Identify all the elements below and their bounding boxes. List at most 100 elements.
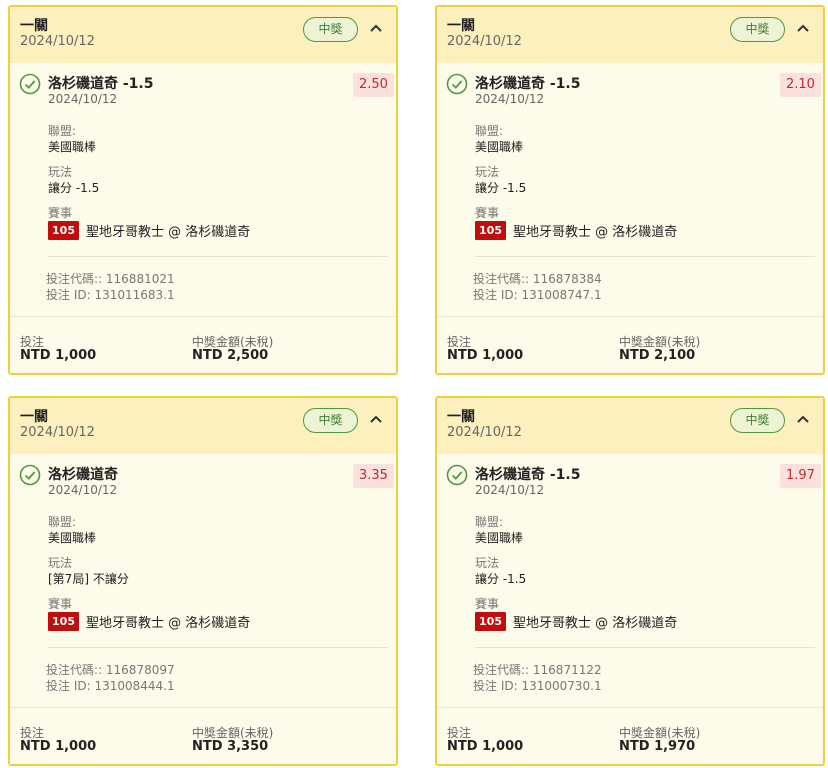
bet-date: 2024/10/12 (447, 34, 522, 49)
bet-type-value: [第7局] 不讓分 (48, 572, 129, 586)
event-row: 105 聖地牙哥教士 @ 洛杉磯道奇 (48, 221, 250, 240)
collapse-button[interactable] (792, 408, 814, 430)
check-circle-icon (19, 464, 41, 486)
bet-date: 2024/10/12 (447, 425, 522, 440)
selection-date: 2024/10/12 (475, 92, 545, 106)
event-name: 聖地牙哥教士 @ 洛杉磯道奇 (513, 616, 678, 631)
event-label: 賽事 (475, 206, 500, 220)
event-row: 105 聖地牙哥教士 @ 洛杉磯道奇 (48, 612, 250, 631)
stake-value: NTD 1,000 (20, 739, 97, 754)
stake-value: NTD 1,000 (447, 348, 524, 363)
bet-card-footer: 投注 NTD 1,000 中獎金額(未稅) NTD 2,500 (10, 316, 396, 373)
bet-code: 投注代碼:: 116878097 (46, 663, 175, 677)
divider (48, 647, 388, 648)
payout-value: NTD 2,100 (619, 348, 696, 363)
bet-type-label: 玩法 (475, 165, 500, 179)
event-label: 賽事 (475, 597, 500, 611)
selection-name: 洛杉磯道奇 -1.5 (475, 467, 581, 483)
check-circle-icon (446, 73, 468, 95)
selection-date: 2024/10/12 (475, 483, 545, 497)
league-value: 美國職棒 (475, 140, 524, 154)
chevron-up-icon (370, 24, 382, 32)
event-id-badge: 105 (475, 221, 506, 240)
chevron-up-icon (797, 24, 809, 32)
stake-value: NTD 1,000 (20, 348, 97, 363)
bet-id: 投注 ID: 131011683.1 (46, 288, 175, 302)
bet-card: 一關 2024/10/12 中獎 洛杉磯道奇 -1.5 2024/10/12 1… (435, 396, 825, 766)
status-badge: 中獎 (730, 17, 785, 42)
bet-card: 一關 2024/10/12 中獎 洛杉磯道奇 2024/10/12 3.35 聯… (8, 396, 398, 766)
bet-id: 投注 ID: 131008747.1 (473, 288, 602, 302)
event-row: 105 聖地牙哥教士 @ 洛杉磯道奇 (475, 221, 677, 240)
league-label: 聯盟: (48, 515, 77, 529)
check-circle-icon (19, 73, 41, 95)
bet-type-value: 讓分 -1.5 (475, 181, 527, 195)
status-badge: 中獎 (730, 408, 785, 433)
league-value: 美國職棒 (48, 140, 97, 154)
event-id-badge: 105 (48, 612, 79, 631)
chevron-up-icon (797, 415, 809, 423)
divider (475, 647, 815, 648)
bet-card-header: 一關 2024/10/12 中獎 (10, 398, 396, 454)
event-row: 105 聖地牙哥教士 @ 洛杉磯道奇 (475, 612, 677, 631)
bet-card-header: 一關 2024/10/12 中獎 (437, 398, 823, 454)
event-label: 賽事 (48, 206, 73, 220)
event-name: 聖地牙哥教士 @ 洛杉磯道奇 (86, 616, 251, 631)
payout-value: NTD 3,350 (192, 739, 269, 754)
event-label: 賽事 (48, 597, 73, 611)
check-circle-icon (446, 464, 468, 486)
bet-card-header: 一關 2024/10/12 中獎 (10, 7, 396, 63)
collapse-button[interactable] (792, 17, 814, 39)
divider (475, 256, 815, 257)
bet-id: 投注 ID: 131008444.1 (46, 679, 175, 693)
league-label: 聯盟: (48, 124, 77, 138)
selection-name: 洛杉磯道奇 (48, 467, 118, 483)
bet-type-title: 一關 (447, 18, 475, 34)
status-badge: 中獎 (303, 17, 358, 42)
bet-card: 一關 2024/10/12 中獎 洛杉磯道奇 -1.5 2024/10/12 2… (435, 5, 825, 375)
selection-name: 洛杉磯道奇 -1.5 (48, 76, 154, 92)
payout-value: NTD 2,500 (192, 348, 269, 363)
chevron-up-icon (370, 415, 382, 423)
event-id-badge: 105 (48, 221, 79, 240)
odds-badge: 1.97 (780, 464, 821, 488)
bet-type-label: 玩法 (48, 165, 73, 179)
selection-date: 2024/10/12 (48, 92, 118, 106)
bet-type-title: 一關 (20, 409, 48, 425)
bet-card-footer: 投注 NTD 1,000 中獎金額(未稅) NTD 3,350 (10, 707, 396, 764)
status-badge: 中獎 (303, 408, 358, 433)
bet-card: 一關 2024/10/12 中獎 洛杉磯道奇 -1.5 2024/10/12 2… (8, 5, 398, 375)
bet-card-footer: 投注 NTD 1,000 中獎金額(未稅) NTD 2,100 (437, 316, 823, 373)
event-name: 聖地牙哥教士 @ 洛杉磯道奇 (86, 225, 251, 240)
bet-card-header: 一關 2024/10/12 中獎 (437, 7, 823, 63)
event-id-badge: 105 (475, 612, 506, 631)
stake-value: NTD 1,000 (447, 739, 524, 754)
bet-card-footer: 投注 NTD 1,000 中獎金額(未稅) NTD 1,970 (437, 707, 823, 764)
bet-code: 投注代碼:: 116878384 (473, 272, 602, 286)
selection-name: 洛杉磯道奇 -1.5 (475, 76, 581, 92)
league-value: 美國職棒 (475, 531, 524, 545)
bet-date: 2024/10/12 (20, 34, 95, 49)
collapse-button[interactable] (365, 17, 387, 39)
bet-id: 投注 ID: 131000730.1 (473, 679, 602, 693)
odds-badge: 2.10 (780, 73, 821, 97)
payout-value: NTD 1,970 (619, 739, 696, 754)
bet-type-label: 玩法 (475, 556, 500, 570)
league-label: 聯盟: (475, 515, 504, 529)
bet-type-value: 讓分 -1.5 (48, 181, 100, 195)
collapse-button[interactable] (365, 408, 387, 430)
odds-badge: 3.35 (353, 464, 394, 488)
bet-type-value: 讓分 -1.5 (475, 572, 527, 586)
bet-type-title: 一關 (447, 409, 475, 425)
bet-date: 2024/10/12 (20, 425, 95, 440)
bet-code: 投注代碼:: 116871122 (473, 663, 602, 677)
divider (48, 256, 388, 257)
selection-date: 2024/10/12 (48, 483, 118, 497)
odds-badge: 2.50 (353, 73, 394, 97)
league-label: 聯盟: (475, 124, 504, 138)
league-value: 美國職棒 (48, 531, 97, 545)
event-name: 聖地牙哥教士 @ 洛杉磯道奇 (513, 225, 678, 240)
bet-type-title: 一關 (20, 18, 48, 34)
bet-type-label: 玩法 (48, 556, 73, 570)
bet-code: 投注代碼:: 116881021 (46, 272, 175, 286)
